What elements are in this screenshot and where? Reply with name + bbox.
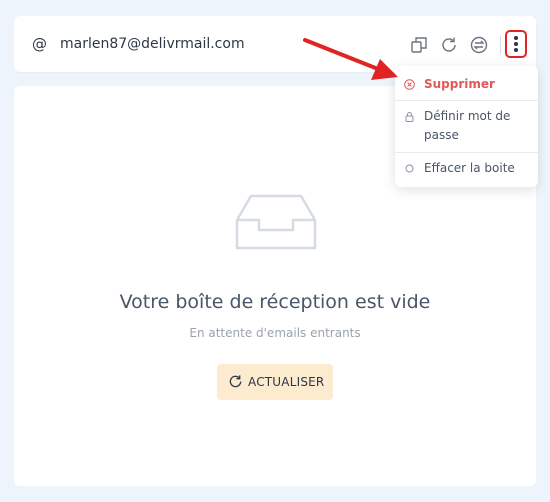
swap-icon[interactable] <box>470 36 488 54</box>
menu-divider <box>395 100 538 101</box>
refresh-button[interactable]: ACTUALISER <box>217 364 333 400</box>
at-icon: @ <box>32 35 47 53</box>
menu-item-label: Effacer la boite <box>424 161 515 175</box>
menu-divider <box>395 152 538 153</box>
more-menu-button[interactable] <box>505 30 527 58</box>
header-divider <box>500 36 501 54</box>
close-circle-icon <box>404 79 415 90</box>
dropdown-menu: Supprimer Définir mot de passe Effacer l… <box>395 66 538 187</box>
refresh-button-label: ACTUALISER <box>248 375 325 389</box>
menu-item-clear-inbox[interactable]: Effacer la boite <box>395 158 538 180</box>
copy-icon[interactable] <box>410 36 428 54</box>
mailbox-header: @ marlen87@delivrmail.com <box>14 16 536 72</box>
empty-inbox-subtitle: En attente d'emails entrants <box>189 326 361 340</box>
inbox-icon <box>235 194 317 250</box>
refresh-icon <box>229 375 242 388</box>
menu-item-label: Définir mot de passe <box>424 109 511 142</box>
menu-item-delete[interactable]: Supprimer <box>395 74 538 96</box>
email-address[interactable]: marlen87@delivrmail.com <box>60 36 245 52</box>
more-vertical-icon <box>514 36 518 40</box>
circle-icon <box>405 164 414 173</box>
refresh-icon[interactable] <box>440 36 458 54</box>
empty-inbox-title: Votre boîte de réception est vide <box>119 291 431 313</box>
lock-icon <box>405 112 414 122</box>
menu-item-set-password[interactable]: Définir mot de passe <box>395 106 538 148</box>
menu-item-label: Supprimer <box>424 77 495 91</box>
